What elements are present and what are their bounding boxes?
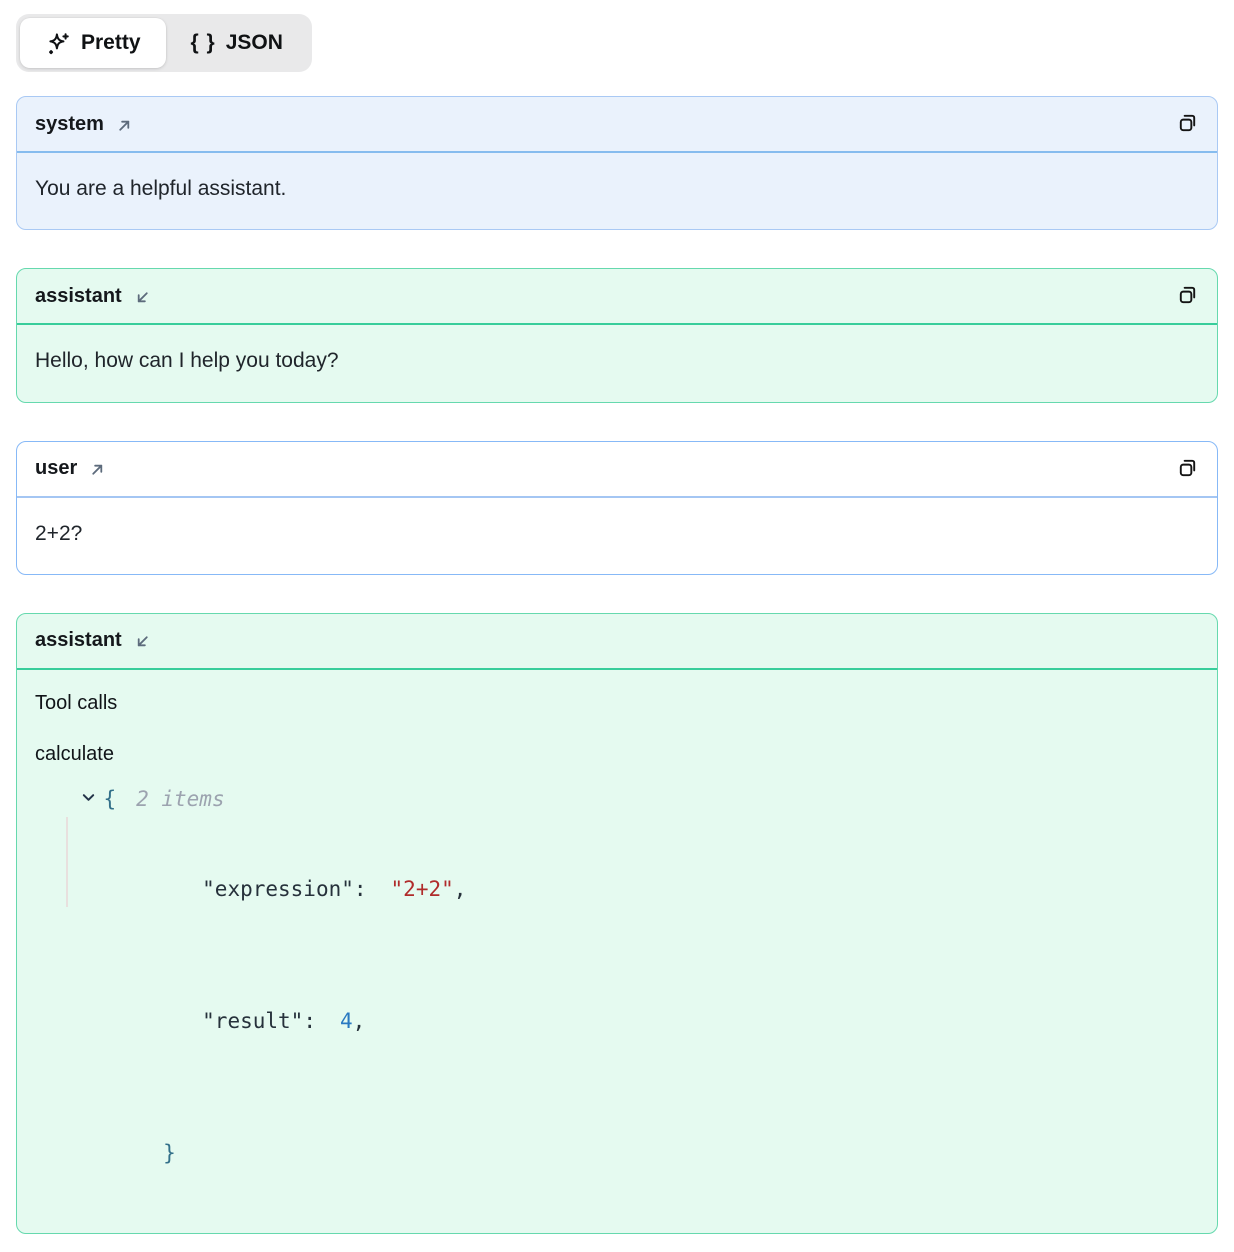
message-card-system: system You are a helpful assistant.: [16, 96, 1218, 230]
json-tree-root-row: { 2 items: [35, 775, 1199, 823]
message-body: You are a helpful assistant.: [17, 153, 1217, 229]
indent-guide-line: [66, 817, 68, 907]
copy-icon: [1176, 283, 1199, 309]
json-view-button[interactable]: { } JSON: [166, 18, 308, 68]
message-header: assistant: [17, 269, 1217, 325]
braces-icon: { }: [191, 31, 216, 55]
json-entry-expression: "expression": "2+2",: [35, 823, 1199, 955]
json-key: "result": [202, 1009, 303, 1033]
tool-calls-section-label: Tool calls: [35, 690, 1199, 716]
copy-icon: [1176, 111, 1199, 137]
key-value-separator: :: [354, 877, 367, 901]
json-tree-close-row: }: [35, 1087, 1199, 1219]
message-header: user: [17, 442, 1217, 498]
copy-message-button[interactable]: [1173, 455, 1201, 483]
view-mode-toggle: Pretty { } JSON: [16, 14, 312, 72]
arrow-up-right-icon: [115, 116, 134, 135]
close-brace: }: [163, 1141, 176, 1165]
message-body: 2+2?: [17, 498, 1217, 574]
arrow-down-left-icon: [133, 632, 152, 651]
json-string-value: "2+2": [391, 877, 454, 901]
tool-name-label: calculate: [35, 741, 1199, 767]
message-card-user: user 2+2?: [16, 441, 1218, 575]
copy-icon: [1176, 456, 1199, 482]
chevron-down-icon: [37, 775, 96, 823]
trailing-comma: ,: [454, 877, 467, 901]
role-label: assistant: [35, 629, 122, 652]
pretty-view-label: Pretty: [81, 31, 141, 55]
pretty-view-button[interactable]: Pretty: [20, 18, 166, 68]
message-card-assistant: assistant Hello, how can I help you toda…: [16, 268, 1218, 402]
sparkles-icon: [45, 31, 71, 57]
json-view-label: JSON: [226, 31, 283, 55]
message-body: Hello, how can I help you today?: [17, 325, 1217, 401]
arrow-down-left-icon: [133, 288, 152, 307]
copy-message-button[interactable]: [1173, 282, 1201, 310]
message-header: assistant: [17, 614, 1217, 670]
json-key: "expression": [202, 877, 354, 901]
message-header: system: [17, 97, 1217, 153]
collapse-toggle-button[interactable]: [37, 775, 96, 823]
arrow-up-right-icon: [88, 460, 107, 479]
message-body: Tool calls calculate { 2 items "expressi…: [17, 670, 1217, 1233]
json-entry-result: "result":4,: [35, 955, 1199, 1087]
role-label: assistant: [35, 285, 122, 308]
role-label: user: [35, 457, 77, 480]
role-label: system: [35, 113, 104, 136]
key-value-separator: :: [303, 1009, 316, 1033]
trailing-comma: ,: [353, 1009, 366, 1033]
json-number-value: 4: [340, 1009, 353, 1033]
open-brace: {: [103, 777, 116, 821]
copy-message-button[interactable]: [1173, 110, 1201, 138]
message-card-assistant-tool-calls: assistant Tool calls calculate { 2: [16, 613, 1218, 1234]
tool-arguments-json-tree: { 2 items "expression":"2+2", "result":4…: [35, 775, 1199, 1219]
items-count-label: 2 items: [136, 777, 225, 821]
